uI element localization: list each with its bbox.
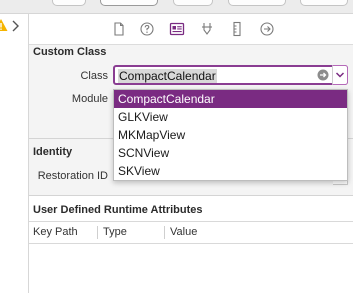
dropdown-option-scnview[interactable]: SCNView <box>114 144 347 162</box>
column-separator <box>97 226 98 239</box>
restoration-id-label: Restoration ID <box>37 170 108 182</box>
runtime-attributes-section: User Defined Runtime Attributes <box>29 196 353 293</box>
toolbar-button-5[interactable] <box>300 0 348 6</box>
dropdown-option-compactcalendar[interactable]: CompactCalendar <box>114 90 347 108</box>
section-title-runtime-attributes: User Defined Runtime Attributes <box>33 204 203 216</box>
connections-inspector-icon[interactable] <box>259 21 275 37</box>
toolbar-button-2[interactable] <box>100 0 158 6</box>
attributes-inspector-icon[interactable] <box>199 21 215 37</box>
inspector-tab-bar <box>29 14 353 45</box>
runtime-attributes-table-header: Key Path Type Value <box>29 221 353 244</box>
size-inspector-icon[interactable] <box>229 21 245 37</box>
column-separator <box>164 226 165 239</box>
class-input[interactable]: CompactCalendar <box>118 69 217 83</box>
identity-inspector-icon[interactable] <box>169 21 185 37</box>
go-to-class-arrow-icon[interactable] <box>317 69 329 81</box>
quick-help-icon[interactable] <box>139 21 155 37</box>
column-header-key-path[interactable]: Key Path <box>33 226 78 238</box>
section-title-identity: Identity <box>33 146 73 158</box>
warning-icon[interactable] <box>0 18 8 32</box>
class-dropdown-list: CompactCalendar GLKView MKMapView SCNVie… <box>113 89 348 181</box>
chevron-down-icon <box>335 72 345 78</box>
class-combo-field[interactable]: CompactCalendar <box>113 65 348 85</box>
class-input-value: CompactCalendar <box>118 69 217 83</box>
section-title-custom-class: Custom Class <box>33 46 107 58</box>
dropdown-option-skview[interactable]: SKView <box>114 162 347 180</box>
column-header-value[interactable]: Value <box>170 226 197 238</box>
column-header-type[interactable]: Type <box>103 226 127 238</box>
toolbar-button-1[interactable] <box>52 0 86 6</box>
module-label: Module <box>71 93 108 105</box>
window-toolbar-strip <box>0 0 353 14</box>
dropdown-option-mkmapview[interactable]: MKMapView <box>114 126 347 144</box>
class-label: Class <box>80 70 108 82</box>
file-inspector-icon[interactable] <box>111 21 127 37</box>
toolbar-button-3[interactable] <box>173 0 213 6</box>
toolbar-button-4[interactable] <box>228 0 286 6</box>
dropdown-option-glkview[interactable]: GLKView <box>114 108 347 126</box>
chevron-right-icon[interactable] <box>11 20 20 32</box>
class-dropdown-button[interactable] <box>332 65 348 85</box>
